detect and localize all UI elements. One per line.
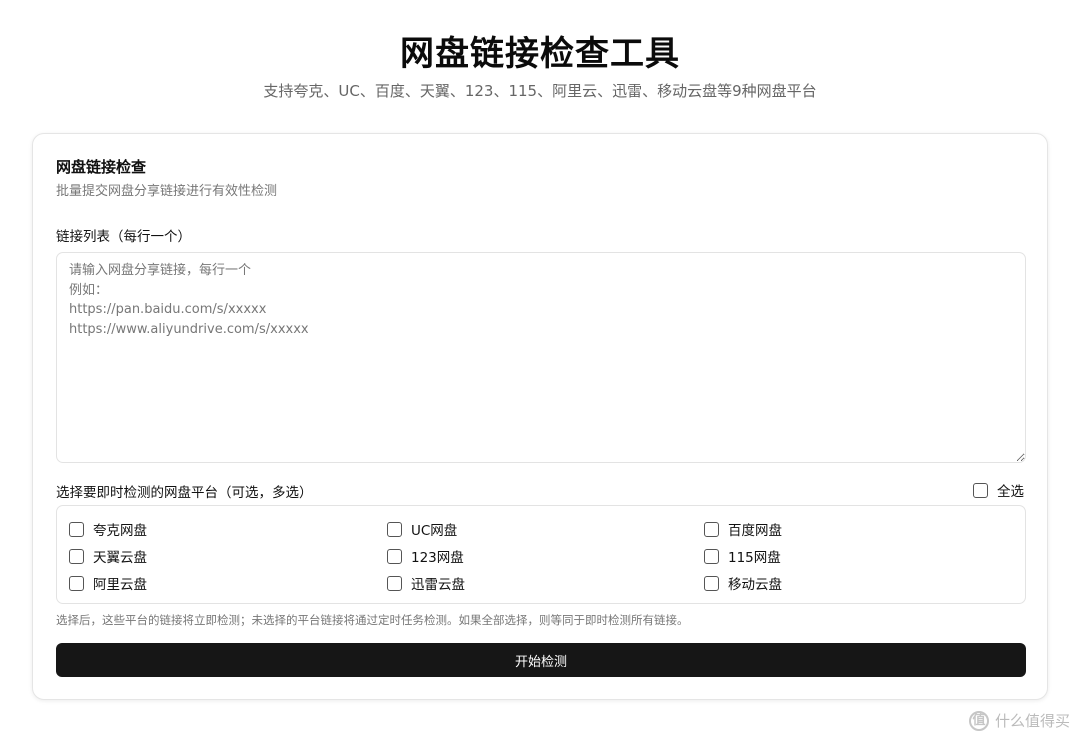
link-check-card: 网盘链接检查 批量提交网盘分享链接进行有效性检测 链接列表（每行一个） 选择要即… (32, 133, 1048, 700)
platform-option-label: 115网盘 (728, 550, 781, 566)
select-all-label: 全选 (997, 484, 1024, 500)
zhi-logo-icon: 值 (968, 710, 989, 731)
checkbox-icon[interactable] (973, 482, 988, 498)
platform-option-tianyi[interactable]: 天翼云盘 (69, 546, 147, 566)
platform-option-aliyun[interactable]: 阿里云盘 (69, 573, 147, 593)
platform-option-label: 迅雷云盘 (411, 577, 465, 593)
platform-option-baidu[interactable]: 百度网盘 (704, 519, 782, 539)
platform-option-label: 阿里云盘 (93, 577, 147, 593)
select-all-checkbox[interactable]: 全选 (973, 480, 1024, 500)
platform-hint-text: 选择后，这些平台的链接将立即检测；未选择的平台链接将通过定时任务检测。如果全部选… (56, 613, 689, 627)
checkbox-icon[interactable] (704, 548, 719, 564)
platform-option-115[interactable]: 115网盘 (704, 546, 781, 566)
checkbox-icon[interactable] (69, 548, 84, 564)
platform-option-label: 天翼云盘 (93, 550, 147, 566)
checkbox-icon[interactable] (704, 521, 719, 537)
platform-option-label: 123网盘 (411, 550, 464, 566)
page-title: 网盘链接检查工具 (400, 34, 680, 74)
card-title: 网盘链接检查 (56, 158, 147, 176)
platform-option-uc[interactable]: UC网盘 (387, 519, 457, 539)
watermark: 值 什么值得买 (968, 710, 1070, 731)
links-textarea[interactable] (56, 252, 1026, 463)
platform-option-xunlei[interactable]: 迅雷云盘 (387, 573, 465, 593)
checkbox-icon[interactable] (387, 575, 402, 591)
links-label: 链接列表（每行一个） (56, 229, 191, 245)
checkbox-icon[interactable] (69, 521, 84, 537)
card-description: 批量提交网盘分享链接进行有效性检测 (56, 184, 278, 199)
platform-option-label: 百度网盘 (728, 523, 782, 539)
platform-options-group: 夸克网盘 UC网盘 百度网盘 天翼云盘 123网盘 115网盘 阿里云盘 迅雷云… (56, 505, 1026, 604)
checkbox-icon[interactable] (704, 575, 719, 591)
watermark-text: 什么值得买 (994, 712, 1070, 730)
checkbox-icon[interactable] (387, 521, 402, 537)
platform-select-label: 选择要即时检测的网盘平台（可选，多选） (56, 485, 313, 501)
start-check-button[interactable]: 开始检测 (56, 643, 1026, 677)
platform-option-label: 移动云盘 (728, 577, 782, 593)
platform-option-label: 夸克网盘 (93, 523, 147, 539)
platform-option-mobile[interactable]: 移动云盘 (704, 573, 782, 593)
page-subtitle: 支持夸克、UC、百度、天翼、123、115、阿里云、迅雷、移动云盘等9种网盘平台 (263, 82, 817, 100)
platform-option-quark[interactable]: 夸克网盘 (69, 519, 147, 539)
platform-option-label: UC网盘 (411, 523, 458, 539)
platform-option-123[interactable]: 123网盘 (387, 546, 464, 566)
checkbox-icon[interactable] (69, 575, 84, 591)
checkbox-icon[interactable] (387, 548, 402, 564)
